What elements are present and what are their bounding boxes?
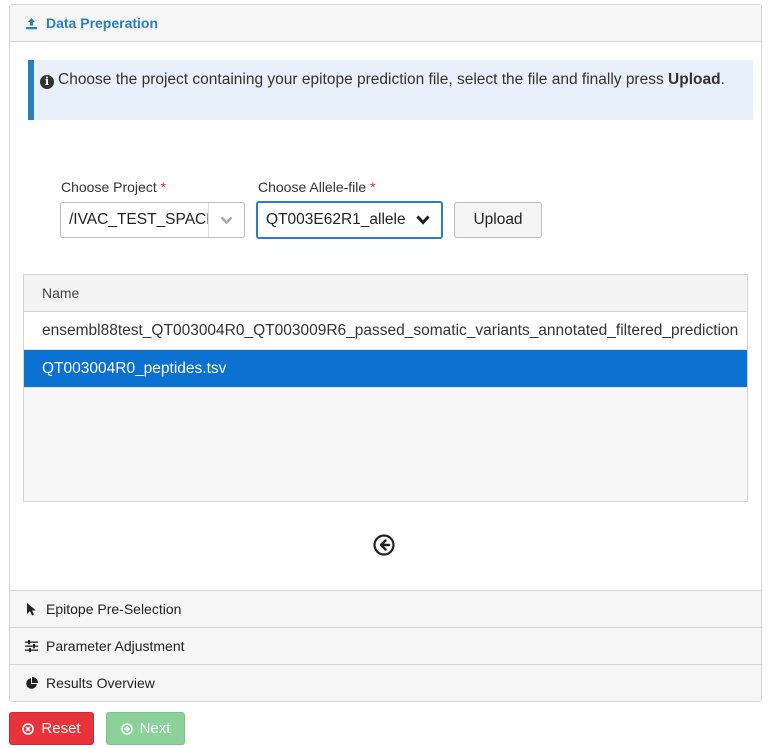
epitope-preselection-title: Epitope Pre-Selection: [46, 601, 182, 617]
results-overview-header[interactable]: Results Overview: [10, 664, 761, 701]
project-label-text: Choose Project: [61, 179, 157, 195]
required-marker: *: [370, 179, 376, 195]
epitope-preselection-header[interactable]: Epitope Pre-Selection: [10, 590, 761, 627]
results-overview-title: Results Overview: [46, 675, 155, 691]
project-select-value: /IVAC_TEST_SPACE: [69, 211, 208, 228]
data-preparation-title: Data Preperation: [46, 15, 159, 31]
next-icon: [120, 722, 133, 735]
project-select[interactable]: /IVAC_TEST_SPACE: [60, 202, 245, 238]
data-preparation-panel: i Choose the project containing your epit…: [10, 42, 761, 590]
info-text: Choose the project containing your epito…: [58, 71, 669, 88]
back-arrow-icon[interactable]: [373, 534, 395, 556]
file-table: Name ensembl88test_QT003004R0_QT003009R6…: [23, 274, 748, 502]
table-row[interactable]: ensembl88test_QT003004R0_QT003009R6_pass…: [24, 312, 747, 350]
info-message: i Choose the project containing your epit…: [28, 60, 753, 120]
wizard-accordion: Data Preperation i Choose the project con…: [9, 4, 762, 702]
pie-chart-icon: [22, 676, 40, 690]
info-icon: i: [40, 75, 54, 89]
required-marker: *: [160, 179, 167, 195]
table-header-name: Name: [24, 275, 747, 312]
next-label: Next: [139, 720, 171, 737]
reset-icon: [22, 722, 35, 735]
parameter-adjustment-header[interactable]: Parameter Adjustment: [10, 627, 761, 664]
chevron-down-icon[interactable]: [405, 203, 441, 237]
upload-button[interactable]: Upload: [454, 202, 542, 238]
allele-label: Choose Allele-file *: [258, 179, 376, 195]
allele-label-text: Choose Allele-file: [258, 179, 367, 195]
sliders-icon: [22, 640, 40, 652]
reset-button[interactable]: Reset: [9, 712, 94, 745]
next-button[interactable]: Next: [106, 712, 185, 745]
info-bold: Upload: [668, 71, 721, 88]
table-row-selected[interactable]: QT003004R0_peptides.tsv: [24, 350, 747, 388]
data-preparation-header[interactable]: Data Preperation: [10, 5, 761, 42]
parameter-adjustment-title: Parameter Adjustment: [46, 638, 185, 654]
cursor-icon: [22, 602, 40, 616]
chevron-down-icon[interactable]: [208, 203, 244, 237]
info-end: .: [720, 71, 725, 88]
project-label: Choose Project *: [61, 179, 166, 195]
allele-file-select[interactable]: QT003E62R1_allele: [256, 201, 443, 239]
allele-select-value: QT003E62R1_allele: [266, 211, 405, 228]
reset-label: Reset: [41, 720, 81, 737]
upload-icon: [22, 17, 40, 30]
